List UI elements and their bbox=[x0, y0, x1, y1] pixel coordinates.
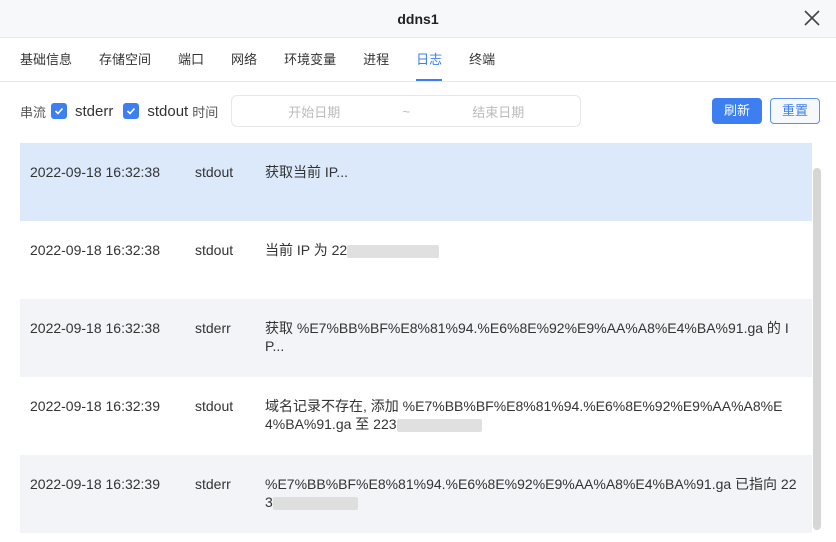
start-date-input[interactable]: 开始日期 bbox=[232, 102, 396, 121]
log-row[interactable]: 2022-09-18 16:32:38 stdout 获取当前 IP... bbox=[20, 143, 812, 221]
tab-env[interactable]: 环境变量 bbox=[284, 38, 336, 81]
scrollbar[interactable] bbox=[813, 168, 821, 530]
redacted-ip bbox=[272, 496, 358, 510]
check-icon bbox=[54, 107, 64, 115]
time-label: 时间 bbox=[192, 104, 219, 120]
stderr-checkbox[interactable] bbox=[51, 103, 68, 119]
log-time: 2022-09-18 16:32:38 bbox=[30, 320, 160, 336]
reset-button[interactable]: 重置 bbox=[770, 98, 820, 124]
redacted-ip bbox=[347, 244, 440, 258]
log-message: 域名记录不存在, 添加 %E7%BB%BF%E8%81%94.%E6%8E%92… bbox=[265, 398, 783, 432]
stdout-checkbox[interactable] bbox=[123, 103, 140, 119]
log-message-wrap: %E7%BB%BF%E8%81%94.%E6%8E%92%E9%AA%A8%E4… bbox=[265, 475, 812, 533]
close-icon[interactable] bbox=[802, 8, 822, 28]
log-time: 2022-09-18 16:32:39 bbox=[30, 476, 160, 492]
log-stream: stderr bbox=[195, 476, 231, 492]
tab-network[interactable]: 网络 bbox=[231, 38, 257, 81]
log-list: 2022-09-18 16:32:38 stdout 获取当前 IP... 20… bbox=[20, 143, 812, 533]
log-row[interactable]: 2022-09-18 16:32:38 stdout 当前 IP 为 22 bbox=[20, 221, 812, 299]
range-separator: ~ bbox=[402, 103, 411, 119]
log-filter-bar: 串流 stderr stdout 时间 开始日期 ~ 结束日期 刷新 重置 bbox=[20, 95, 820, 127]
stream-label: 串流 bbox=[20, 104, 47, 120]
stdout-label[interactable]: stdout bbox=[147, 103, 188, 120]
log-message: 获取当前 IP... bbox=[265, 164, 348, 180]
log-time: 2022-09-18 16:32:38 bbox=[30, 242, 160, 258]
log-message-wrap: 当前 IP 为 22 bbox=[265, 241, 812, 299]
tab-ports[interactable]: 端口 bbox=[178, 38, 204, 81]
tab-bar: 基础信息 存储空间 端口 网络 环境变量 进程 日志 终端 bbox=[0, 38, 836, 82]
log-row[interactable]: 2022-09-18 16:32:39 stderr %E7%BB%BF%E8%… bbox=[20, 455, 812, 533]
log-row[interactable]: 2022-09-18 16:32:39 stdout 域名记录不存在, 添加 %… bbox=[20, 377, 812, 455]
log-message: 获取 %E7%BB%BF%E8%81%94.%E6%8E%92%E9%AA%A8… bbox=[265, 320, 789, 354]
log-time: 2022-09-18 16:32:38 bbox=[30, 164, 160, 180]
log-time: 2022-09-18 16:32:39 bbox=[30, 398, 160, 414]
log-row[interactable]: 2022-09-18 16:32:38 stderr 获取 %E7%BB%BF%… bbox=[20, 299, 812, 377]
tab-terminal[interactable]: 终端 bbox=[469, 38, 495, 81]
dialog-title: ddns1 bbox=[397, 11, 439, 27]
check-icon bbox=[127, 107, 136, 115]
redacted-ip bbox=[396, 418, 482, 432]
log-stream: stderr bbox=[195, 320, 231, 336]
log-stream: stdout bbox=[195, 398, 234, 414]
log-stream: stdout bbox=[195, 242, 234, 258]
date-range-picker[interactable]: 开始日期 ~ 结束日期 bbox=[231, 95, 582, 127]
tab-basic-info[interactable]: 基础信息 bbox=[20, 38, 72, 81]
stderr-label[interactable]: stderr bbox=[75, 103, 113, 120]
log-message: 当前 IP 为 22 bbox=[265, 242, 348, 258]
tab-process[interactable]: 进程 bbox=[363, 38, 389, 81]
dialog-title-bar: ddns1 bbox=[0, 0, 836, 38]
log-stream: stdout bbox=[195, 164, 234, 180]
tab-storage[interactable]: 存储空间 bbox=[99, 38, 151, 81]
tab-logs[interactable]: 日志 bbox=[416, 38, 443, 81]
refresh-button[interactable]: 刷新 bbox=[712, 98, 762, 124]
log-message-wrap: 域名记录不存在, 添加 %E7%BB%BF%E8%81%94.%E6%8E%92… bbox=[265, 397, 812, 455]
end-date-input[interactable]: 结束日期 bbox=[416, 102, 580, 121]
